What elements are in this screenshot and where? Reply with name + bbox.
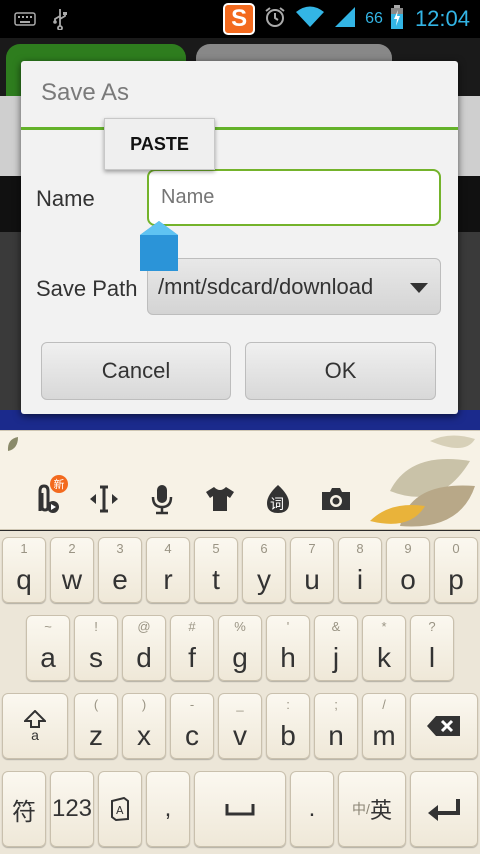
keyboard-icon xyxy=(14,11,36,31)
key-f[interactable]: # f xyxy=(170,615,214,681)
key-m[interactable]: / m xyxy=(362,693,406,759)
leaves-decoration xyxy=(370,431,480,531)
key-e[interactable]: 3e xyxy=(98,537,142,603)
battery-percent: 66 xyxy=(365,10,383,27)
key-p[interactable]: 0p xyxy=(434,537,478,603)
comma-key[interactable]: , xyxy=(146,771,190,847)
wifi-icon xyxy=(295,5,325,33)
clock: 12:04 xyxy=(414,6,470,31)
new-badge: 新 xyxy=(50,475,68,493)
key-v[interactable]: _ v xyxy=(218,693,262,759)
title-divider xyxy=(21,127,458,130)
save-as-dialog: Save As Name Save Path /mnt/sdcard/downl… xyxy=(21,61,458,414)
save-path-label: Save Path xyxy=(36,276,138,301)
key-j[interactable]: & j xyxy=(314,615,358,681)
backspace-key[interactable] xyxy=(410,693,478,759)
key-s[interactable]: ! s xyxy=(74,615,118,681)
key-n[interactable]: ; n xyxy=(314,693,358,759)
attach-new-icon[interactable]: 新 xyxy=(30,475,68,515)
key-g[interactable]: % g xyxy=(218,615,262,681)
ime-toolbar: 新 词 xyxy=(0,430,480,530)
name-input[interactable] xyxy=(147,169,441,226)
sogou-icon: S xyxy=(223,3,256,35)
soft-keyboard: 1q 2w 3e 4r 5t 6y 7u 8i 9o 0p ~ a ! s @ d #… xyxy=(0,531,480,854)
svg-text:A: A xyxy=(116,804,124,817)
save-path-spinner[interactable]: /mnt/sdcard/download xyxy=(147,258,441,315)
shift-sub-label: a xyxy=(31,727,39,743)
leaf-icon xyxy=(6,435,20,457)
key-c[interactable]: -c xyxy=(170,693,214,759)
paste-button[interactable]: PASTE xyxy=(104,118,215,170)
save-path-value: /mnt/sdcard/download xyxy=(158,273,374,299)
space-icon xyxy=(225,804,255,816)
space-key[interactable] xyxy=(194,771,286,847)
key-t[interactable]: 5t xyxy=(194,537,238,603)
usb-icon xyxy=(52,8,68,34)
language-toggle-key[interactable]: 中/ 英 xyxy=(338,771,406,847)
battery-charging-icon xyxy=(390,5,403,33)
key-q[interactable]: 1q xyxy=(2,537,46,603)
dialog-title: Save As xyxy=(41,79,130,106)
key-w[interactable]: 2w xyxy=(50,537,94,603)
period-key[interactable]: . xyxy=(290,771,334,847)
tshirt-icon[interactable] xyxy=(204,483,236,515)
key-i[interactable]: 8i xyxy=(338,537,382,603)
key-z[interactable]: (z xyxy=(74,693,118,759)
cancel-button[interactable]: Cancel xyxy=(41,342,231,400)
key-k[interactable]: * k xyxy=(362,615,406,681)
symbol-key[interactable]: 符 xyxy=(2,771,46,847)
signal-icon xyxy=(333,5,357,33)
key-x[interactable]: ) x xyxy=(122,693,166,759)
word-icon[interactable]: 词 xyxy=(262,483,294,515)
enter-icon xyxy=(428,799,460,821)
key-d[interactable]: @ d xyxy=(122,615,166,681)
microphone-icon[interactable] xyxy=(146,483,178,515)
input-method-icon: A xyxy=(111,797,129,821)
ok-button[interactable]: OK xyxy=(245,342,436,400)
key-l[interactable]: ? l xyxy=(410,615,454,681)
lang-en-label: 英 xyxy=(369,798,392,823)
backspace-icon xyxy=(427,716,460,736)
shift-icon xyxy=(24,710,46,728)
key-o[interactable]: 9o xyxy=(386,537,430,603)
name-label: Name xyxy=(36,186,95,211)
shift-key[interactable]: a xyxy=(2,693,68,759)
input-method-key[interactable]: A xyxy=(98,771,142,847)
number-key[interactable]: 123 xyxy=(50,771,94,847)
word-glyph: 词 xyxy=(270,497,284,513)
text-cursor-handle[interactable] xyxy=(140,221,178,271)
cursor-move-icon[interactable] xyxy=(88,483,120,515)
dropdown-arrow-icon xyxy=(410,283,428,293)
enter-key[interactable] xyxy=(410,771,478,847)
key-u[interactable]: 7u xyxy=(290,537,334,603)
key-y[interactable]: 6y xyxy=(242,537,286,603)
key-h[interactable]: ' h xyxy=(266,615,310,681)
alarm-icon xyxy=(263,5,287,33)
key-b[interactable]: :b xyxy=(266,693,310,759)
lang-cn-label: 中/ xyxy=(352,801,370,817)
key-r[interactable]: 4r xyxy=(146,537,190,603)
key-a[interactable]: ~ a xyxy=(26,615,70,681)
status-bar: S 66 12:04 xyxy=(0,0,480,38)
camera-icon[interactable] xyxy=(320,483,352,515)
